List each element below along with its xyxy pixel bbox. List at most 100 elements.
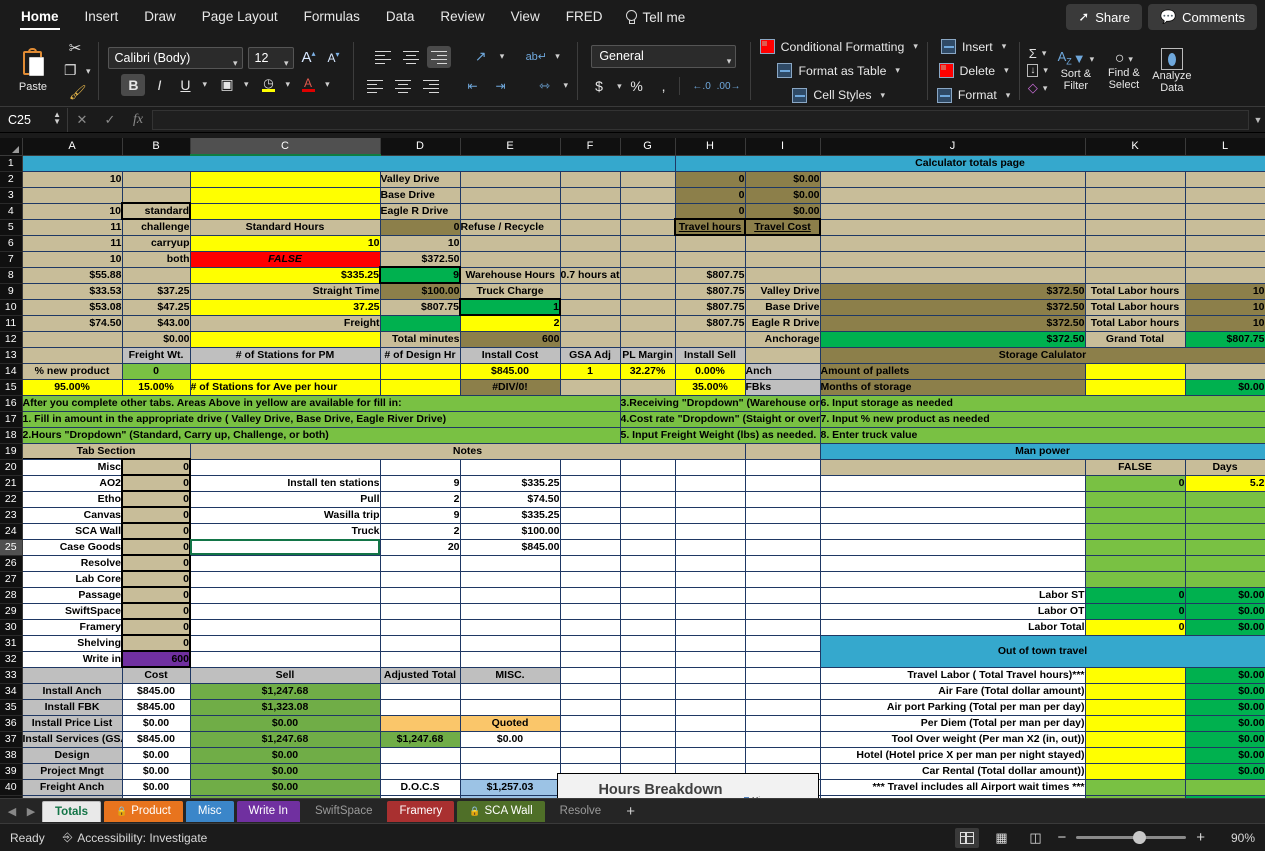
cell-J23[interactable] [819, 506, 1086, 524]
cell-C14[interactable] [189, 362, 381, 380]
cell-J30[interactable]: Labor Total [819, 618, 1086, 636]
cell-H10[interactable]: $807.75 [674, 298, 746, 316]
cell-J38[interactable]: Hotel (Hotel price X per man per night s… [819, 746, 1086, 764]
cell-F34[interactable] [559, 682, 621, 700]
cell-L14[interactable] [1184, 362, 1265, 380]
cell-K12[interactable]: Grand Total [1084, 330, 1186, 348]
row-header-16[interactable]: 16 [0, 395, 23, 412]
cell-E5[interactable]: Refuse / Recycle [459, 218, 561, 236]
cell-H11[interactable]: $807.75 [674, 314, 746, 332]
sheet-tab-product[interactable]: 🔒 Product [104, 800, 183, 822]
cell-F26[interactable] [559, 554, 621, 572]
cell-K34[interactable] [1084, 682, 1186, 700]
row-header-36[interactable]: 36 [0, 715, 23, 732]
cell-B31[interactable]: 0 [121, 634, 191, 652]
cell-C35[interactable]: $1,323.08 [189, 698, 381, 716]
cell-C5[interactable]: Standard Hours [189, 218, 381, 236]
chevron-down-icon[interactable]: ▾ [233, 53, 238, 68]
cell-H1[interactable]: Calculator totals page [674, 154, 1265, 172]
cell-A17[interactable]: 1. Fill in amount in the appropriate dri… [21, 410, 621, 428]
cell-J27[interactable] [819, 570, 1086, 588]
cell-G30[interactable] [619, 618, 676, 636]
cell-H14[interactable]: 0.00% [674, 362, 746, 380]
ribbon-tab-home[interactable]: Home [8, 3, 72, 32]
cell-H9[interactable]: $807.75 [674, 282, 746, 300]
chevron-down-icon[interactable]: ▾ [1002, 41, 1007, 52]
cell-B9[interactable]: $37.25 [121, 282, 191, 300]
row-header-7[interactable]: 7 [0, 251, 23, 268]
cell-D6[interactable]: 10 [379, 234, 461, 252]
ribbon-tab-view[interactable]: View [498, 3, 553, 32]
ribbon-tab-page-layout[interactable]: Page Layout [189, 3, 291, 32]
cell-I21[interactable] [744, 474, 821, 492]
cell-K36[interactable] [1084, 714, 1186, 732]
cell-H4[interactable]: 0 [674, 202, 746, 220]
cell-A36[interactable]: Install Price List [21, 714, 123, 732]
cell-D36[interactable] [379, 714, 461, 732]
chevron-down-icon[interactable]: ▾ [895, 65, 900, 76]
cell-B38[interactable]: $0.00 [121, 746, 191, 764]
cell-J14[interactable]: Amount of pallets [819, 362, 1086, 380]
cell-E37[interactable]: $0.00 [459, 730, 561, 748]
cell-G5[interactable] [619, 218, 676, 236]
cell-D14[interactable] [379, 362, 461, 380]
cell-J25[interactable] [819, 538, 1086, 556]
autosum-button[interactable]: Σ ▾ [1029, 46, 1047, 61]
cell-K15[interactable] [1084, 378, 1186, 396]
cell-K8[interactable] [1084, 266, 1186, 284]
cell-G2[interactable] [619, 170, 676, 188]
cell-C40[interactable]: $0.00 [189, 778, 381, 796]
row-header-29[interactable]: 29 [0, 603, 23, 620]
borders-button[interactable]: ▣ [215, 74, 239, 96]
cell-G17[interactable]: 4.Cost rate "Dropdown" (Staight or overt… [619, 410, 821, 428]
ribbon-tab-data[interactable]: Data [373, 3, 428, 32]
share-button[interactable]: ➚ Share [1066, 4, 1142, 30]
increase-decimal-button[interactable]: ←.0 [690, 75, 714, 97]
cell-B33[interactable]: Cost [121, 666, 191, 684]
cell-D12[interactable]: Total minutes [379, 330, 461, 348]
cell-K2[interactable] [1084, 170, 1186, 188]
cell-F31[interactable] [559, 634, 621, 652]
formula-input[interactable] [152, 109, 1249, 130]
conditional-formatting-button[interactable]: Conditional Formatting ▾ [759, 36, 918, 57]
cell-G29[interactable] [619, 602, 676, 620]
column-header-C[interactable]: C [190, 138, 381, 156]
cell-D37[interactable]: $1,247.68 [379, 730, 461, 748]
font-size-input[interactable]: 12 ▾ [247, 46, 294, 69]
cell-J31[interactable]: Out of town travel [819, 634, 1265, 668]
cell-B15[interactable]: 15.00% [121, 378, 191, 396]
zoom-slider-handle[interactable] [1133, 831, 1147, 844]
cell-A13[interactable] [21, 346, 123, 364]
cell-K20[interactable]: FALSE [1084, 458, 1186, 476]
row-header-14[interactable]: 14 [0, 363, 23, 380]
sheet-tab-write-in[interactable]: Write In [236, 800, 300, 822]
decrease-indent-button[interactable]: ⇤ [461, 75, 485, 97]
cell-D13[interactable]: # of Design Hr [379, 346, 461, 364]
analyze-data-button[interactable]: Analyze Data [1148, 36, 1196, 106]
cell-F38[interactable] [559, 746, 621, 764]
cell-A40[interactable]: Freight Anch [21, 778, 123, 796]
cell-J22[interactable] [819, 490, 1086, 508]
cell-C33[interactable]: Sell [189, 666, 381, 684]
row-header-15[interactable]: 15 [0, 379, 23, 396]
cell-F21[interactable] [559, 474, 621, 492]
cell-A18[interactable]: 2.Hours "Dropdown" (Standard, Carry up, … [21, 426, 621, 444]
chevron-down-icon[interactable]: ▾ [555, 51, 560, 62]
cell-K29[interactable]: 0 [1084, 602, 1186, 620]
cell-J35[interactable]: Air port Parking (Total per man per day) [819, 698, 1086, 716]
cell-G25[interactable] [619, 538, 676, 556]
cell-L27[interactable] [1184, 570, 1265, 588]
normal-view-button[interactable] [955, 827, 980, 848]
cell-K38[interactable] [1084, 746, 1186, 764]
cell-J12[interactable]: $372.50 [819, 330, 1086, 348]
cell-A10[interactable]: $53.08 [21, 298, 123, 316]
cell-K24[interactable] [1084, 522, 1186, 540]
cell-C27[interactable] [189, 570, 381, 588]
cell-D35[interactable] [379, 698, 461, 716]
number-format-select[interactable]: General ▾ [591, 45, 737, 68]
cell-I11[interactable]: Eagle R Drive [744, 314, 821, 332]
cell-F13[interactable]: GSA Adj [559, 346, 621, 364]
chevron-down-icon[interactable]: ▾ [617, 81, 622, 92]
cell-J16[interactable]: 6. Input storage as needed [819, 394, 1265, 412]
cell-B22[interactable]: 0 [121, 490, 191, 508]
